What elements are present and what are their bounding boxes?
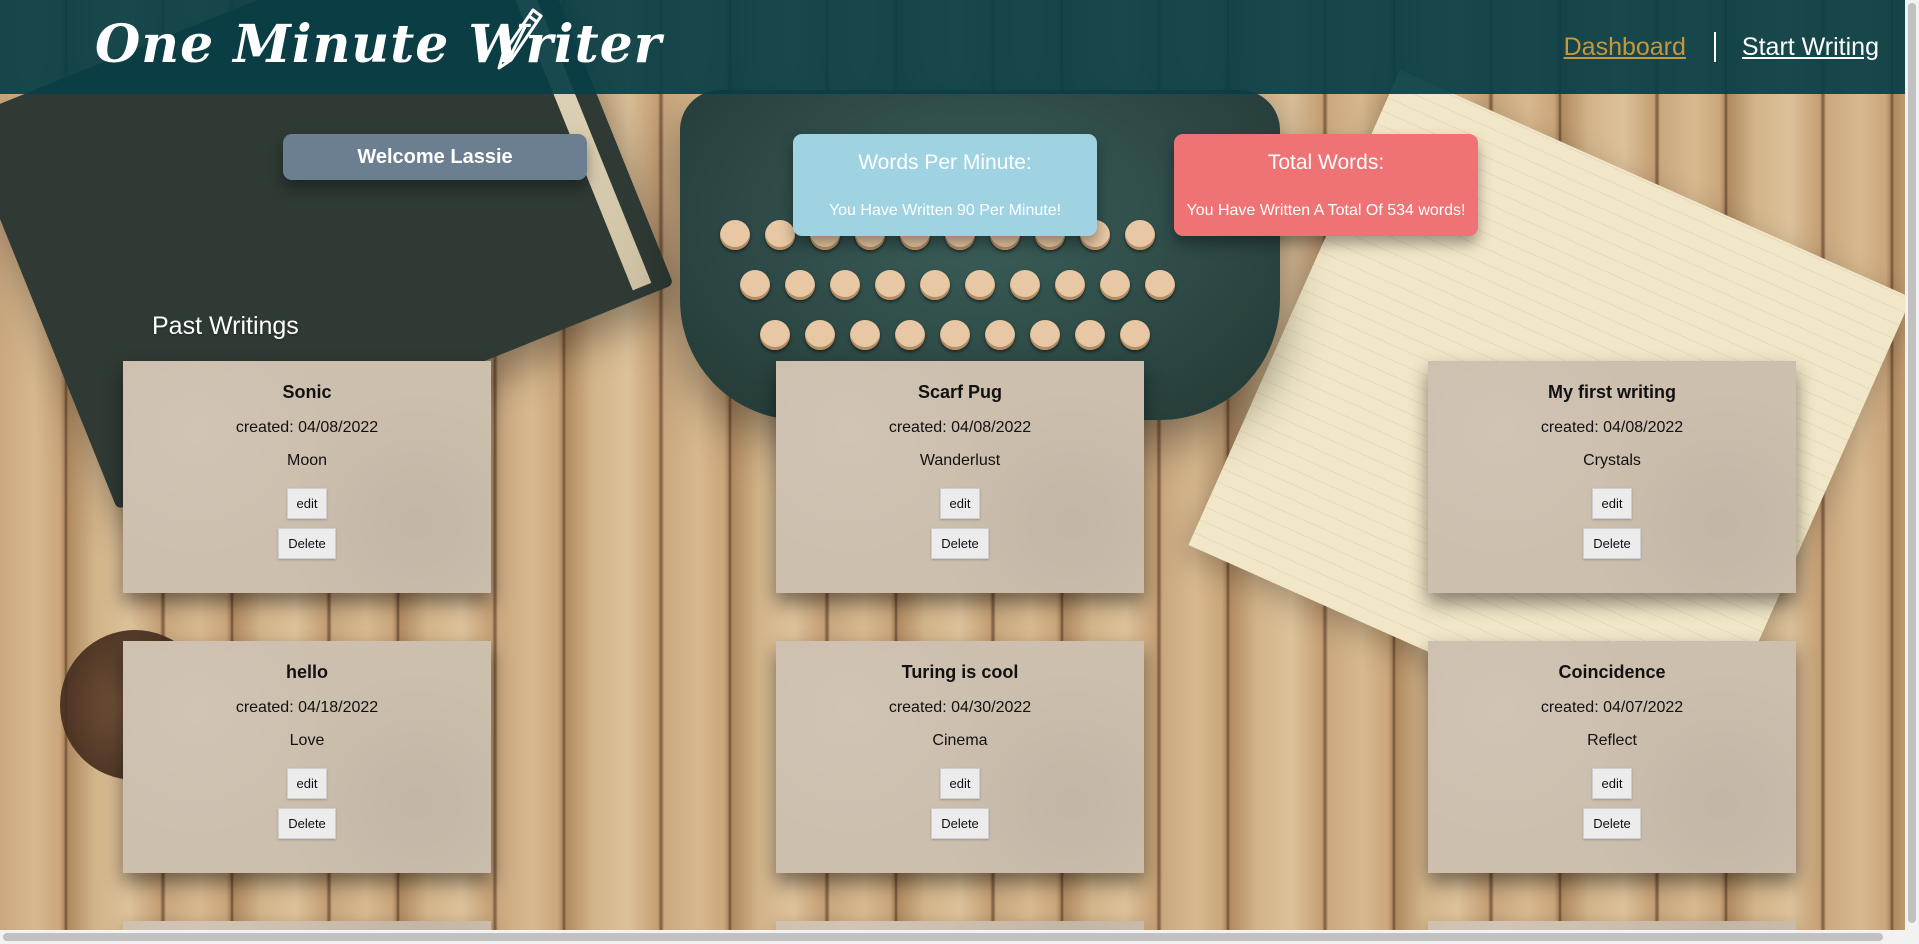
edit-button[interactable]: edit bbox=[939, 768, 981, 799]
writing-card-partial bbox=[123, 921, 491, 930]
top-header: One Minute Writer Dashboard Start Writin… bbox=[0, 0, 1919, 94]
writing-title: My first writing bbox=[1547, 382, 1676, 402]
writing-title: Turing is cool bbox=[901, 662, 1019, 682]
site-logo[interactable]: One Minute Writer bbox=[95, 14, 662, 75]
edit-button[interactable]: edit bbox=[1591, 488, 1633, 519]
writing-prompt: Reflect bbox=[1587, 732, 1637, 749]
edit-button[interactable]: edit bbox=[939, 488, 981, 519]
total-title: Total Words: bbox=[1267, 151, 1385, 174]
main-nav: Dashboard Start Writing bbox=[1564, 32, 1879, 62]
vertical-scrollbar-thumb[interactable] bbox=[1908, 3, 1916, 923]
writing-title: Scarf Pug bbox=[917, 382, 1003, 402]
total-words-card: Total Words: You Have Written A Total Of… bbox=[1174, 134, 1478, 236]
writing-card: Coincidence created: 04/07/2022 Reflect … bbox=[1428, 641, 1796, 873]
writing-card: hello created: 04/18/2022 Love edit Dele… bbox=[123, 641, 491, 873]
vertical-scrollbar[interactable] bbox=[1905, 0, 1919, 944]
writing-title: hello bbox=[285, 662, 328, 682]
horizontal-scrollbar-thumb[interactable] bbox=[3, 933, 1883, 941]
writing-prompt: Moon bbox=[286, 452, 328, 469]
writing-title: Coincidence bbox=[1558, 662, 1666, 682]
writing-card: Scarf Pug created: 04/08/2022 Wanderlust… bbox=[776, 361, 1144, 593]
delete-button[interactable]: Delete bbox=[931, 528, 989, 559]
writing-card: My first writing created: 04/08/2022 Cry… bbox=[1428, 361, 1796, 593]
writing-prompt: Cinema bbox=[932, 732, 988, 749]
delete-button[interactable]: Delete bbox=[278, 528, 336, 559]
nav-dashboard-link[interactable]: Dashboard bbox=[1564, 33, 1686, 62]
writing-card: Turing is cool created: 04/30/2022 Cinem… bbox=[776, 641, 1144, 873]
writing-card-partial bbox=[1428, 921, 1796, 930]
writing-created-date: created: 04/30/2022 bbox=[888, 699, 1032, 716]
past-writings-heading: Past Writings bbox=[152, 312, 299, 340]
pencil-icon bbox=[497, 8, 543, 70]
horizontal-scrollbar[interactable] bbox=[0, 930, 1905, 944]
wpm-title: Words Per Minute: bbox=[858, 151, 1032, 174]
writing-created-date: created: 04/18/2022 bbox=[235, 699, 379, 716]
writing-card-partial bbox=[776, 921, 1144, 930]
words-per-minute-card: Words Per Minute: You Have Written 90 Pe… bbox=[793, 134, 1097, 236]
delete-button[interactable]: Delete bbox=[1583, 528, 1641, 559]
delete-button[interactable]: Delete bbox=[1583, 808, 1641, 839]
writing-created-date: created: 04/08/2022 bbox=[235, 419, 379, 436]
writing-created-date: created: 04/08/2022 bbox=[888, 419, 1032, 436]
writing-card: Sonic created: 04/08/2022 Moon edit Dele… bbox=[123, 361, 491, 593]
writing-created-date: created: 04/08/2022 bbox=[1540, 419, 1684, 436]
writing-title: Sonic bbox=[282, 382, 332, 402]
nav-start-writing-link[interactable]: Start Writing bbox=[1742, 33, 1879, 62]
writing-prompt: Love bbox=[289, 732, 325, 749]
wpm-text: You Have Written 90 Per Minute! bbox=[828, 202, 1062, 219]
edit-button[interactable]: edit bbox=[286, 488, 328, 519]
writing-prompt: Crystals bbox=[1583, 452, 1641, 469]
welcome-banner: Welcome Lassie bbox=[283, 134, 587, 180]
nav-divider bbox=[1713, 32, 1716, 62]
edit-button[interactable]: edit bbox=[1591, 768, 1633, 799]
delete-button[interactable]: Delete bbox=[278, 808, 336, 839]
total-text: You Have Written A Total Of 534 words! bbox=[1186, 202, 1466, 219]
writing-prompt: Wanderlust bbox=[919, 452, 1001, 469]
edit-button[interactable]: edit bbox=[286, 768, 328, 799]
delete-button[interactable]: Delete bbox=[931, 808, 989, 839]
writing-created-date: created: 04/07/2022 bbox=[1540, 699, 1684, 716]
